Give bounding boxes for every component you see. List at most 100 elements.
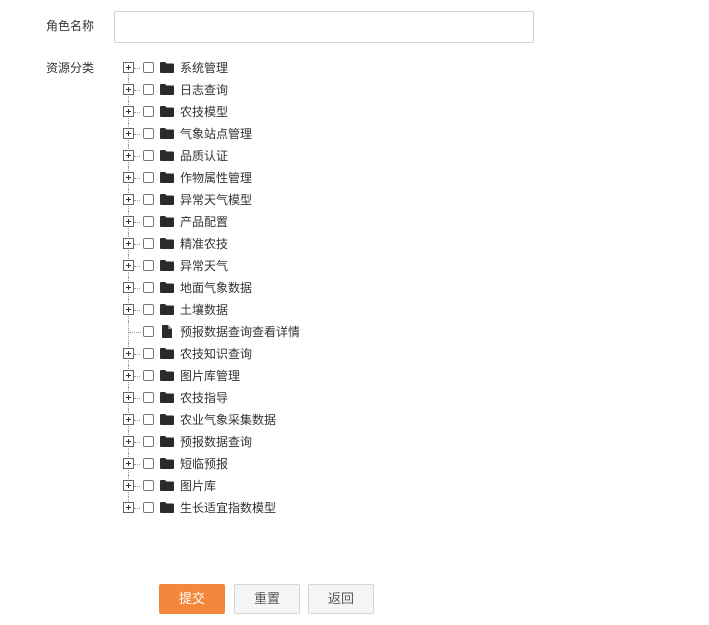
tree-node[interactable]: 预报数据查询查看详情 xyxy=(122,321,522,343)
expand-plus-icon[interactable] xyxy=(123,480,134,491)
tree-branch-line xyxy=(134,200,140,201)
tree-node-checkbox[interactable] xyxy=(143,348,154,359)
tree-node[interactable]: 地面气象数据 xyxy=(122,277,522,299)
folder-icon xyxy=(160,348,174,359)
expand-plus-icon[interactable] xyxy=(123,436,134,447)
expand-plus-icon[interactable] xyxy=(123,62,134,73)
tree-node-checkbox[interactable] xyxy=(143,370,154,381)
tree-node-label[interactable]: 农技知识查询 xyxy=(180,346,252,362)
tree-node-label[interactable]: 农技指导 xyxy=(180,390,228,406)
tree-node-checkbox[interactable] xyxy=(143,172,154,183)
tree-node[interactable]: 日志查询 xyxy=(122,79,522,101)
tree-node[interactable]: 异常天气模型 xyxy=(122,189,522,211)
tree-node-label[interactable]: 地面气象数据 xyxy=(180,280,252,296)
tree-node-checkbox[interactable] xyxy=(143,458,154,469)
folder-icon xyxy=(160,62,174,73)
tree-node[interactable]: 系统管理 xyxy=(122,57,522,79)
tree-node[interactable]: 图片库 xyxy=(122,475,522,497)
expand-plus-icon[interactable] xyxy=(123,150,134,161)
expand-plus-icon[interactable] xyxy=(123,260,134,271)
tree-node[interactable]: 农技指导 xyxy=(122,387,522,409)
tree-node[interactable]: 作物属性管理 xyxy=(122,167,522,189)
tree-branch-line xyxy=(134,442,140,443)
tree-node-checkbox[interactable] xyxy=(143,392,154,403)
tree-branch-line xyxy=(134,90,140,91)
tree-node-label[interactable]: 预报数据查询 xyxy=(180,434,252,450)
tree-node[interactable]: 产品配置 xyxy=(122,211,522,233)
expand-plus-icon[interactable] xyxy=(123,348,134,359)
tree-node-checkbox[interactable] xyxy=(143,282,154,293)
submit-button[interactable]: 提交 xyxy=(159,584,225,614)
tree-node[interactable]: 农业气象采集数据 xyxy=(122,409,522,431)
tree-node-label[interactable]: 产品配置 xyxy=(180,214,228,230)
tree-node-checkbox[interactable] xyxy=(143,150,154,161)
expand-plus-icon[interactable] xyxy=(123,106,134,117)
expand-plus-icon[interactable] xyxy=(123,84,134,95)
tree-node-label[interactable]: 异常天气 xyxy=(180,258,228,274)
role-name-input[interactable] xyxy=(114,11,534,43)
tree-node[interactable]: 生长适宜指数模型 xyxy=(122,497,522,519)
tree-branch-line xyxy=(134,464,140,465)
back-button[interactable]: 返回 xyxy=(308,584,374,614)
tree-node-label[interactable]: 短临预报 xyxy=(180,456,228,472)
tree-node-label[interactable]: 气象站点管理 xyxy=(180,126,252,142)
tree-node-checkbox[interactable] xyxy=(143,414,154,425)
tree-node-checkbox[interactable] xyxy=(143,216,154,227)
tree-node-checkbox[interactable] xyxy=(143,62,154,73)
tree-branch-line xyxy=(134,244,140,245)
tree-node-label[interactable]: 农业气象采集数据 xyxy=(180,412,276,428)
folder-icon xyxy=(160,392,174,403)
tree-node[interactable]: 农技知识查询 xyxy=(122,343,522,365)
tree-node[interactable]: 气象站点管理 xyxy=(122,123,522,145)
tree-node-label[interactable]: 生长适宜指数模型 xyxy=(180,500,276,516)
folder-icon xyxy=(160,502,174,513)
expand-plus-icon[interactable] xyxy=(123,172,134,183)
tree-node-label[interactable]: 作物属性管理 xyxy=(180,170,252,186)
folder-icon xyxy=(160,238,174,249)
tree-node[interactable]: 图片库管理 xyxy=(122,365,522,387)
tree-branch-line xyxy=(134,288,140,289)
tree-node-checkbox[interactable] xyxy=(143,84,154,95)
reset-button[interactable]: 重置 xyxy=(234,584,300,614)
expand-plus-icon[interactable] xyxy=(123,282,134,293)
tree-node-checkbox[interactable] xyxy=(143,106,154,117)
tree-node[interactable]: 精准农技 xyxy=(122,233,522,255)
expand-plus-icon[interactable] xyxy=(123,502,134,513)
tree-node[interactable]: 品质认证 xyxy=(122,145,522,167)
expand-plus-icon[interactable] xyxy=(123,194,134,205)
tree-node-label[interactable]: 精准农技 xyxy=(180,236,228,252)
tree-node-label[interactable]: 异常天气模型 xyxy=(180,192,252,208)
tree-branch-line xyxy=(129,332,141,333)
tree-branch-line xyxy=(134,398,140,399)
tree-node-checkbox[interactable] xyxy=(143,238,154,249)
tree-node-label[interactable]: 系统管理 xyxy=(180,60,228,76)
expand-plus-icon[interactable] xyxy=(123,392,134,403)
expand-plus-icon[interactable] xyxy=(123,128,134,139)
tree-node-checkbox[interactable] xyxy=(143,326,154,337)
tree-node-checkbox[interactable] xyxy=(143,304,154,315)
tree-node-checkbox[interactable] xyxy=(143,502,154,513)
tree-node-checkbox[interactable] xyxy=(143,436,154,447)
expand-plus-icon[interactable] xyxy=(123,216,134,227)
expand-plus-icon[interactable] xyxy=(123,370,134,381)
tree-node-checkbox[interactable] xyxy=(143,128,154,139)
tree-node-label[interactable]: 农技模型 xyxy=(180,104,228,120)
expand-plus-icon[interactable] xyxy=(123,458,134,469)
tree-node[interactable]: 农技模型 xyxy=(122,101,522,123)
tree-node-label[interactable]: 预报数据查询查看详情 xyxy=(180,324,300,340)
expand-plus-icon[interactable] xyxy=(123,414,134,425)
tree-node[interactable]: 异常天气 xyxy=(122,255,522,277)
tree-node[interactable]: 土壤数据 xyxy=(122,299,522,321)
tree-node-checkbox[interactable] xyxy=(143,260,154,271)
tree-node-label[interactable]: 品质认证 xyxy=(180,148,228,164)
tree-node[interactable]: 预报数据查询 xyxy=(122,431,522,453)
tree-node-label[interactable]: 图片库管理 xyxy=(180,368,240,384)
tree-node[interactable]: 短临预报 xyxy=(122,453,522,475)
tree-node-checkbox[interactable] xyxy=(143,480,154,491)
expand-plus-icon[interactable] xyxy=(123,238,134,249)
tree-node-checkbox[interactable] xyxy=(143,194,154,205)
expand-plus-icon[interactable] xyxy=(123,304,134,315)
tree-node-label[interactable]: 日志查询 xyxy=(180,82,228,98)
tree-node-label[interactable]: 图片库 xyxy=(180,478,216,494)
tree-node-label[interactable]: 土壤数据 xyxy=(180,302,228,318)
